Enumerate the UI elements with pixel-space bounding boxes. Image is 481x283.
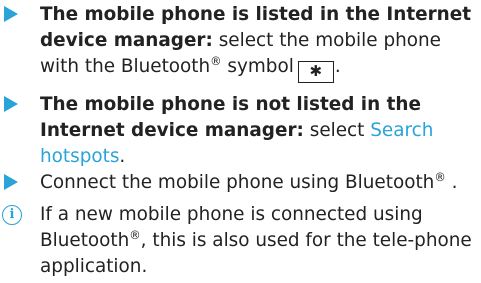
item-body: select xyxy=(309,120,365,141)
bluetooth-icon: ✱ xyxy=(297,61,334,83)
item-text: The mobile phone is not listed in the In… xyxy=(40,92,475,170)
triangle-bullet-icon xyxy=(4,2,18,22)
triangle-bullet-icon xyxy=(4,170,18,190)
registered-mark: ® xyxy=(129,227,141,242)
note-text: If a new mobile phone is connected using… xyxy=(40,202,475,280)
item-end: . xyxy=(119,146,126,167)
item-text: The mobile phone is listed in the Intern… xyxy=(40,2,475,83)
item-text: Connect the mobile phone using Bluetooth… xyxy=(40,170,475,196)
registered-mark: ® xyxy=(210,53,222,68)
item-body: Connect the mobile phone using Bluetooth xyxy=(40,172,435,193)
registered-mark: ® xyxy=(434,169,446,184)
item-lead: The mobile phone is not listed in the In… xyxy=(40,94,421,141)
triangle-bullet-icon xyxy=(4,92,18,112)
instruction-block: The mobile phone is listed in the Intern… xyxy=(0,0,481,283)
item-body-2: symbol xyxy=(227,56,294,77)
item-end: . xyxy=(334,56,341,77)
item-end: . xyxy=(445,172,458,193)
info-icon: i xyxy=(2,202,22,225)
